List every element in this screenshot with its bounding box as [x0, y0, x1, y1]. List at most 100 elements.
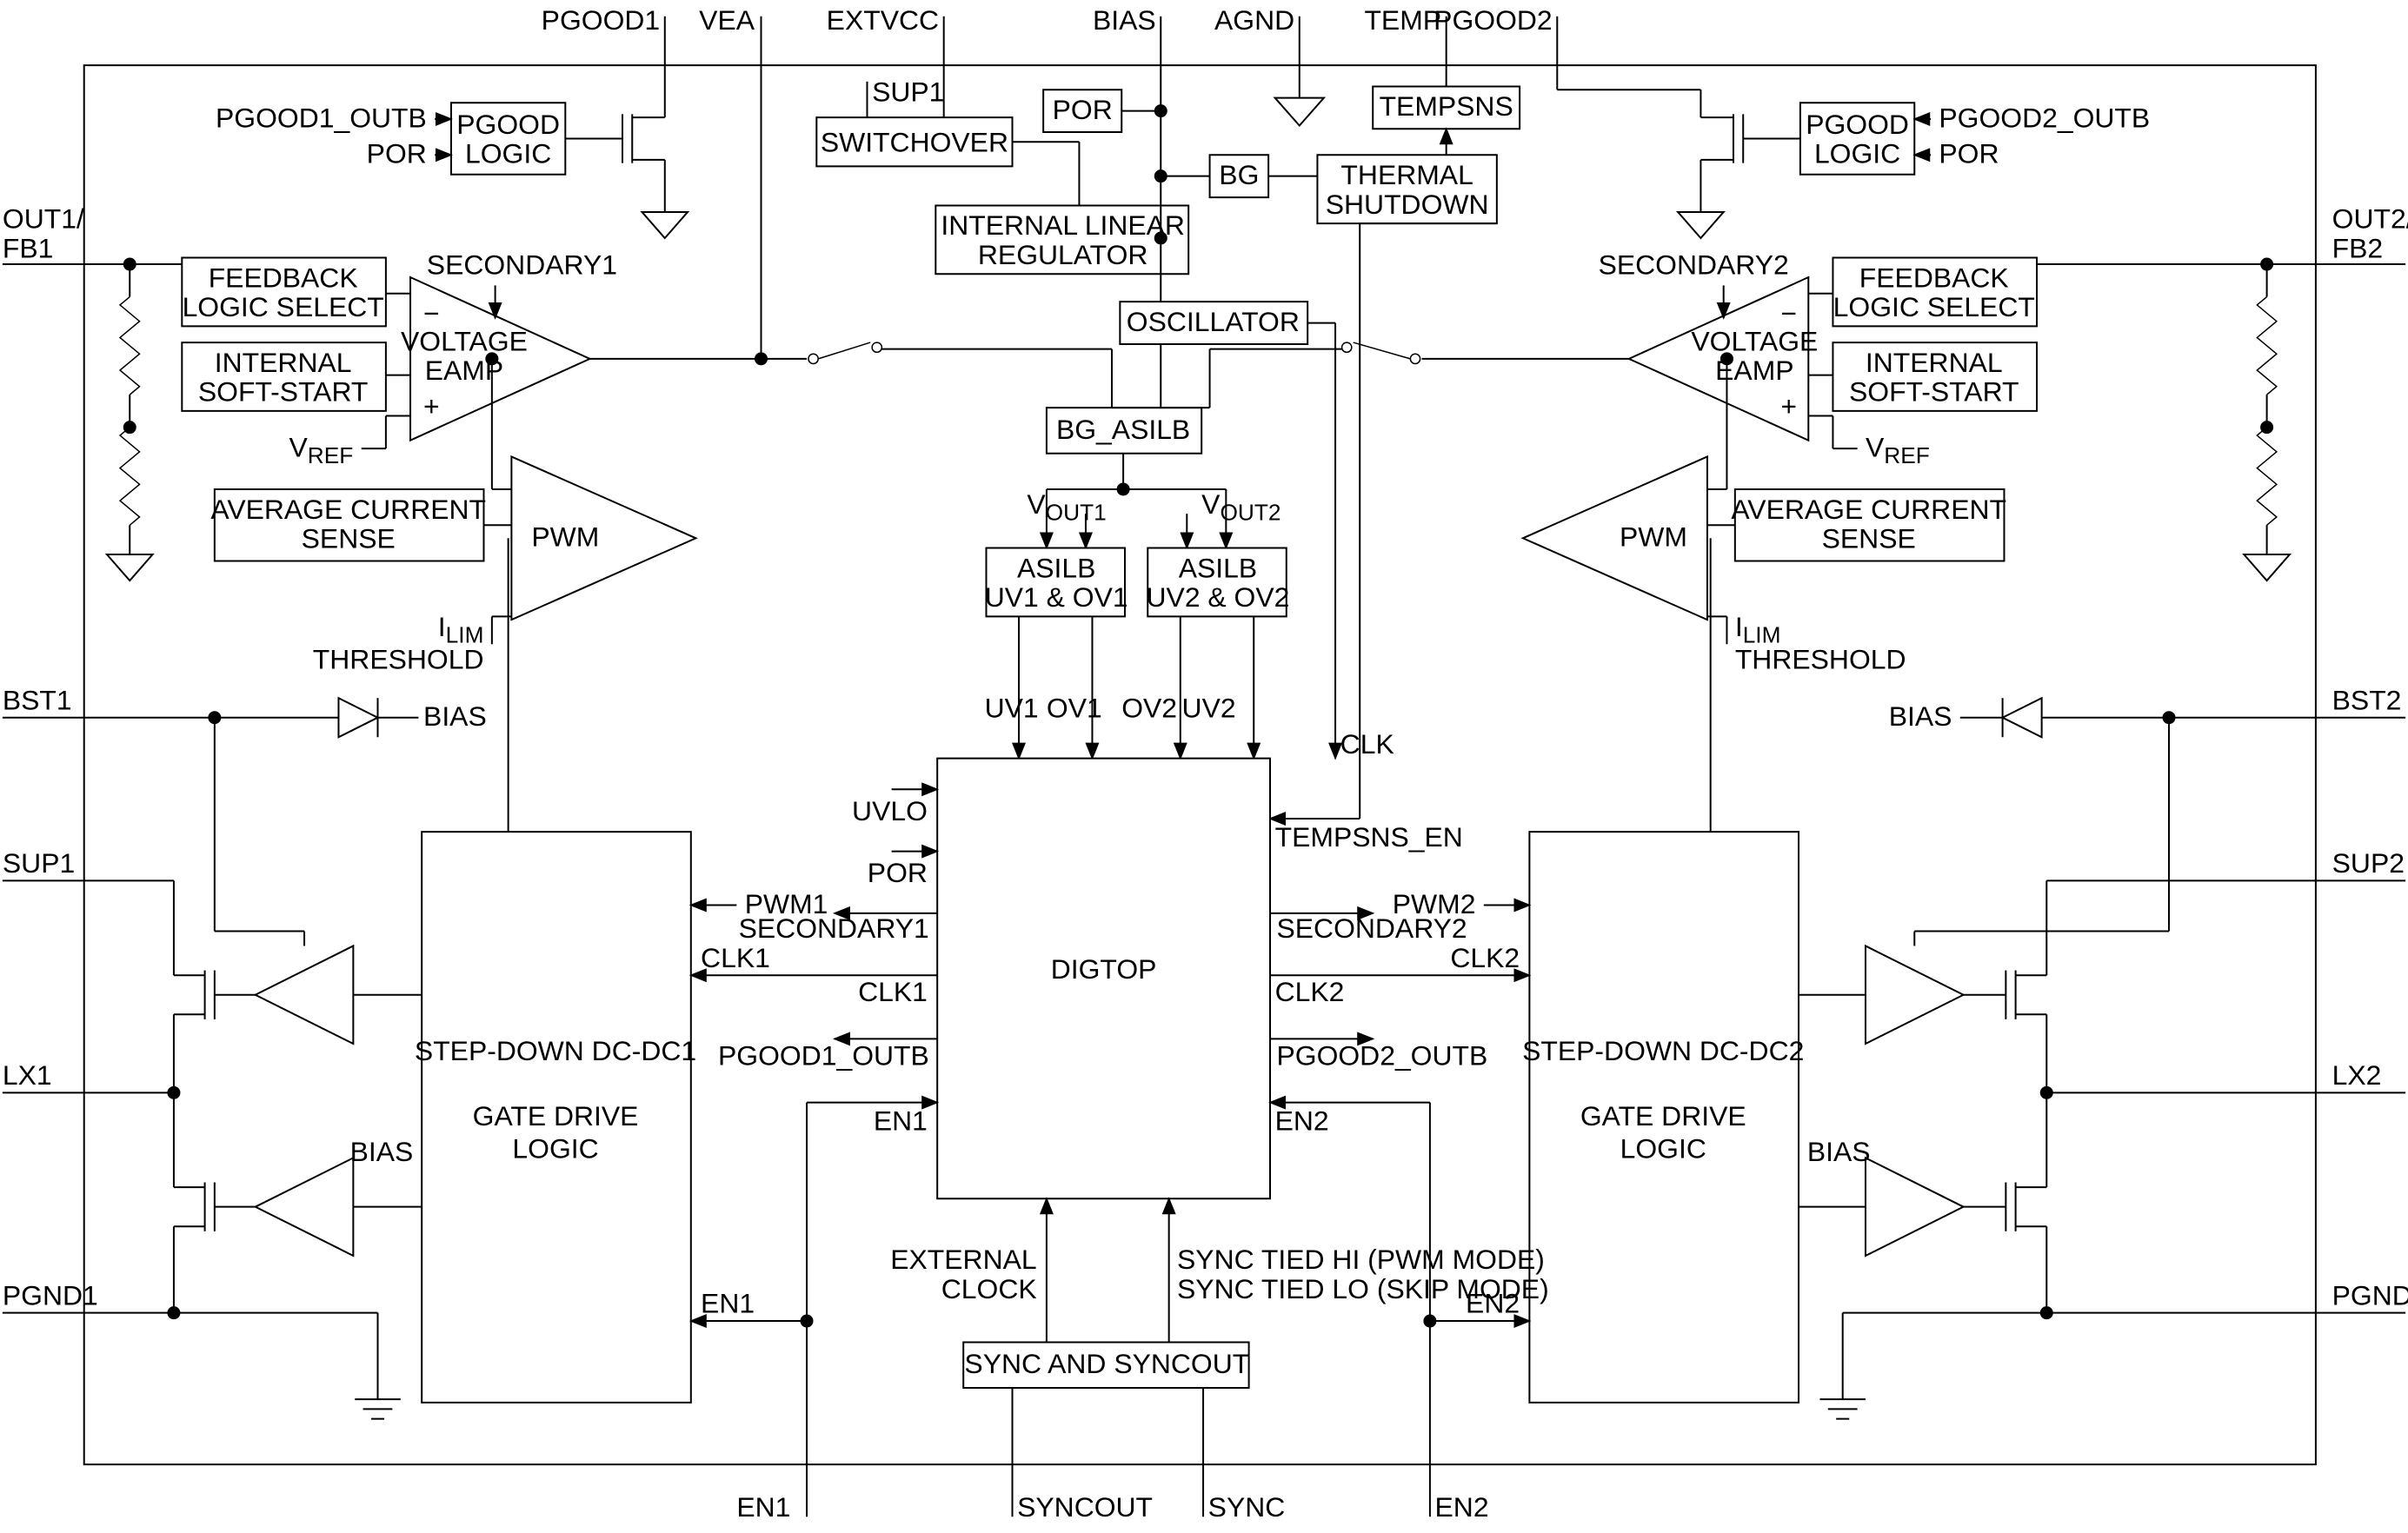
- svg-text:ASILB: ASILB: [1017, 552, 1095, 583]
- svg-text:TEMPSNS: TEMPSNS: [1380, 90, 1513, 122]
- svg-text:LOGIC: LOGIC: [1620, 1132, 1706, 1164]
- svg-text:EXTERNAL: EXTERNAL: [890, 1244, 1036, 1275]
- svg-text:TEMP: TEMP: [1364, 4, 1441, 36]
- svg-text:EXTVCC: EXTVCC: [827, 4, 939, 36]
- svg-text:LOGIC SELECT: LOGIC SELECT: [183, 291, 384, 322]
- svg-text:CLK: CLK: [1340, 728, 1394, 760]
- svg-text:EN2: EN2: [1275, 1105, 1329, 1136]
- top-pins: PGOOD1 VEA EXTVCC BIAS AGND TEMP PGOOD2: [542, 4, 1558, 65]
- svg-text:BIAS: BIAS: [423, 700, 487, 732]
- svg-text:OV2: OV2: [1121, 693, 1177, 724]
- svg-text:BIAS: BIAS: [1807, 1136, 1871, 1167]
- svg-text:POR: POR: [1053, 94, 1113, 125]
- svg-text:BIAS: BIAS: [350, 1136, 414, 1167]
- svg-text:LX1: LX1: [3, 1059, 52, 1091]
- svg-text:LOGIC SELECT: LOGIC SELECT: [1833, 291, 2035, 322]
- svg-text:CLK2: CLK2: [1275, 976, 1345, 1007]
- svg-text:PWM: PWM: [531, 521, 599, 553]
- svg-text:CLK1: CLK1: [701, 942, 770, 973]
- svg-text:PGOOD: PGOOD: [1806, 109, 1909, 140]
- svg-text:SENSE: SENSE: [1822, 523, 1916, 554]
- svg-text:SYNC AND SYNCOUT: SYNC AND SYNCOUT: [964, 1348, 1249, 1379]
- svg-text:LOGIC: LOGIC: [512, 1132, 598, 1164]
- svg-text:THRESHOLD: THRESHOLD: [313, 643, 484, 674]
- svg-text:−: −: [1780, 298, 1797, 329]
- svg-text:BG: BG: [1219, 159, 1259, 190]
- svg-text:PGND1: PGND1: [3, 1279, 98, 1311]
- svg-text:INTERNAL: INTERNAL: [1866, 347, 2003, 378]
- svg-text:ASILB: ASILB: [1179, 552, 1257, 583]
- svg-text:SOFT-START: SOFT-START: [1849, 376, 2019, 408]
- svg-text:INTERNAL LINEAR: INTERNAL LINEAR: [941, 209, 1185, 241]
- svg-text:PWM: PWM: [1620, 521, 1687, 553]
- svg-text:AVERAGE CURRENT: AVERAGE CURRENT: [1731, 494, 2006, 525]
- svg-text:PGOOD1_OUTB: PGOOD1_OUTB: [718, 1039, 929, 1071]
- svg-text:SYNC TIED HI (PWM MODE): SYNC TIED HI (PWM MODE): [1177, 1244, 1545, 1275]
- svg-text:−: −: [423, 298, 440, 329]
- svg-text:TEMPSNS_EN: TEMPSNS_EN: [1275, 821, 1463, 853]
- svg-text:CLK1: CLK1: [858, 976, 928, 1007]
- svg-text:PGOOD: PGOOD: [456, 109, 560, 140]
- svg-text:VOLTAGE: VOLTAGE: [401, 325, 528, 356]
- svg-text:LOGIC: LOGIC: [1814, 138, 1900, 169]
- svg-text:SECONDARY2: SECONDARY2: [1277, 912, 1467, 944]
- svg-text:LOGIC: LOGIC: [465, 138, 551, 169]
- svg-text:AGND: AGND: [1214, 4, 1294, 36]
- svg-text:UV1 & OV1: UV1 & OV1: [985, 581, 1128, 613]
- svg-text:PGND2: PGND2: [2332, 1279, 2408, 1311]
- svg-text:POR: POR: [868, 857, 928, 888]
- svg-text:POR: POR: [367, 138, 427, 169]
- svg-text:POR: POR: [1939, 138, 1999, 169]
- bottom-pins: EN1 SYNCOUT SYNC EN2: [736, 1464, 1488, 1523]
- svg-text:OUT2/: OUT2/: [2332, 203, 2408, 235]
- svg-text:SECONDARY1: SECONDARY1: [427, 249, 617, 280]
- svg-text:PGOOD2_OUTB: PGOOD2_OUTB: [1939, 102, 2150, 133]
- svg-text:BIAS: BIAS: [1889, 700, 1952, 732]
- svg-text:BST1: BST1: [3, 684, 72, 715]
- svg-text:VOLTAGE: VOLTAGE: [1691, 325, 1818, 356]
- svg-text:SECONDARY2: SECONDARY2: [1599, 249, 1789, 280]
- svg-text:GATE DRIVE: GATE DRIVE: [473, 1100, 639, 1132]
- svg-text:SYNC TIED LO (SKIP MODE): SYNC TIED LO (SKIP MODE): [1177, 1273, 1549, 1304]
- svg-text:PGOOD2_OUTB: PGOOD2_OUTB: [1277, 1039, 1488, 1071]
- svg-text:GATE DRIVE: GATE DRIVE: [1580, 1100, 1746, 1132]
- svg-text:SECONDARY1: SECONDARY1: [739, 912, 929, 944]
- svg-text:OUT1/: OUT1/: [3, 203, 84, 235]
- svg-text:SYNCOUT: SYNCOUT: [1017, 1491, 1153, 1523]
- svg-text:SHUTDOWN: SHUTDOWN: [1326, 189, 1489, 220]
- svg-text:STEP-DOWN DC-DC2: STEP-DOWN DC-DC2: [1522, 1035, 1804, 1066]
- svg-text:EN1: EN1: [701, 1288, 755, 1319]
- svg-text:THERMAL: THERMAL: [1340, 159, 1473, 190]
- svg-text:SUP2: SUP2: [2332, 847, 2405, 879]
- svg-text:SWITCHOVER: SWITCHOVER: [821, 127, 1008, 158]
- svg-text:+: +: [1780, 391, 1797, 422]
- svg-text:CLK2: CLK2: [1450, 942, 1520, 973]
- svg-text:UV2: UV2: [1182, 693, 1236, 724]
- svg-text:LX2: LX2: [2332, 1059, 2382, 1091]
- svg-text:FB2: FB2: [2332, 233, 2384, 264]
- svg-text:FEEDBACK: FEEDBACK: [1859, 262, 2009, 293]
- svg-text:SUP1: SUP1: [872, 76, 944, 107]
- svg-text:BIAS: BIAS: [1093, 4, 1156, 36]
- svg-text:INTERNAL: INTERNAL: [215, 347, 352, 378]
- svg-text:+: +: [423, 391, 440, 422]
- svg-text:REGULATOR: REGULATOR: [978, 239, 1148, 270]
- svg-text:PGOOD1: PGOOD1: [542, 4, 660, 36]
- svg-text:UVLO: UVLO: [852, 795, 928, 826]
- svg-text:EN1: EN1: [874, 1105, 928, 1136]
- svg-text:UV1: UV1: [985, 693, 1039, 724]
- svg-text:FB1: FB1: [3, 233, 54, 264]
- svg-text:STEP-DOWN DC-DC1: STEP-DOWN DC-DC1: [415, 1035, 696, 1066]
- svg-text:OV1: OV1: [1047, 693, 1102, 724]
- right-pins: OUT2/ FB2 BST2 SUP2 LX2 PGND2: [2316, 203, 2408, 1313]
- svg-text:SENSE: SENSE: [302, 523, 396, 554]
- svg-text:CLOCK: CLOCK: [941, 1273, 1037, 1304]
- svg-text:EN2: EN2: [1435, 1491, 1489, 1523]
- svg-text:PGOOD2: PGOOD2: [1433, 4, 1552, 36]
- svg-text:SOFT-START: SOFT-START: [198, 376, 369, 408]
- svg-text:PGOOD1_OUTB: PGOOD1_OUTB: [216, 102, 427, 133]
- svg-text:BST2: BST2: [2332, 684, 2402, 715]
- svg-text:SUP1: SUP1: [3, 847, 75, 879]
- svg-text:SYNC: SYNC: [1208, 1491, 1286, 1523]
- svg-text:FEEDBACK: FEEDBACK: [209, 262, 358, 293]
